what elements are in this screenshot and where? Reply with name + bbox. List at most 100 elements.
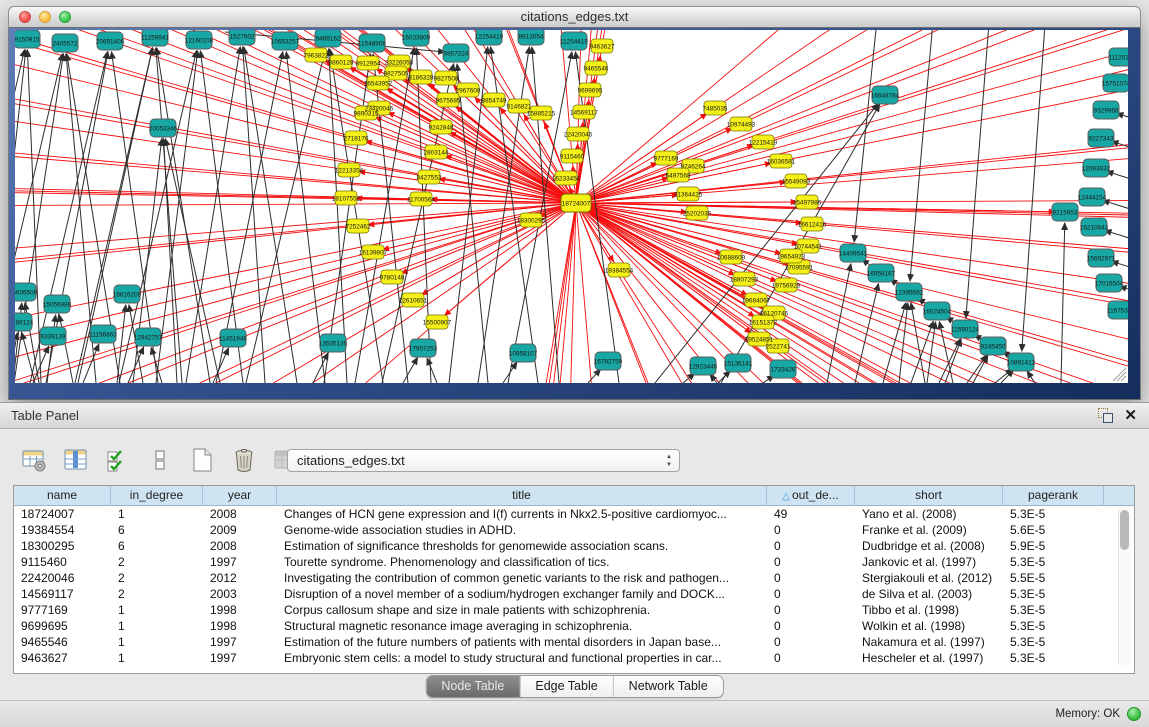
node-label: 11700564: [407, 196, 435, 203]
node-label: 9115460: [560, 153, 585, 160]
cell-year: 2008: [203, 538, 277, 554]
table-panel-title: Table Panel: [0, 403, 1149, 428]
column-header-pagerank[interactable]: pagerank: [1003, 486, 1104, 505]
cell-in_degree: 2: [111, 570, 203, 586]
zoom-button[interactable]: [59, 11, 71, 23]
select-all-columns-icon[interactable]: [104, 446, 131, 473]
node-label: 16036581: [767, 158, 796, 165]
toggle-row-height-icon[interactable]: [146, 446, 173, 473]
tab-network-table[interactable]: Network Table: [613, 676, 723, 697]
scrollbar-thumb[interactable]: [1120, 510, 1129, 550]
tab-node-table[interactable]: Node Table: [426, 676, 519, 697]
cell-short: Wolkin et al. (1998): [855, 618, 1003, 634]
column-header-short[interactable]: short: [855, 486, 1003, 505]
node-label: 12610651: [399, 297, 428, 304]
column-header-out_degree[interactable]: △out_de...: [767, 486, 855, 505]
table-row[interactable]: 946554611997Estimation of the future num…: [14, 634, 1134, 650]
table-row[interactable]: 2242004622012Investigating the contribut…: [14, 570, 1134, 586]
node-label: 14409541: [839, 250, 868, 257]
node-label: 1527602: [230, 33, 255, 40]
delete-columns-icon[interactable]: [230, 446, 257, 473]
float-panel-icon[interactable]: [1098, 408, 1113, 423]
node-label: 2405572: [53, 40, 78, 47]
node-label: 16033809: [402, 34, 431, 41]
column-header-name[interactable]: name: [14, 486, 111, 505]
cell-name: 18300295: [14, 538, 111, 554]
cell-pagerank: 5.3E-5: [1003, 602, 1104, 618]
cell-short: Tibbo et al. (1998): [855, 602, 1003, 618]
table-row[interactable]: 1830029562008Estimation of significance …: [14, 538, 1134, 554]
traffic-lights: [19, 11, 71, 23]
table-row[interactable]: 1938455462009Genome-wide association stu…: [14, 522, 1134, 538]
table-mode-options-icon[interactable]: [20, 446, 47, 473]
cell-title: Investigating the contribution of common…: [277, 570, 767, 586]
table-row[interactable]: 946362711997Embryonic stem cells: a mode…: [14, 650, 1134, 666]
node-label: 18107552: [332, 195, 361, 202]
table-selector-value: citations_edges.txt: [297, 453, 405, 468]
window-titlebar[interactable]: citations_edges.txt: [8, 6, 1141, 28]
table-row[interactable]: 911546021997Tourette syndrome. Phenomeno…: [14, 554, 1134, 570]
node-label: 9242848: [429, 124, 454, 131]
table-panel-header: Table Panel ✕: [0, 403, 1149, 429]
resize-grip[interactable]: [1113, 368, 1126, 381]
cell-title: Genome-wide association studies in ADHD.: [277, 522, 767, 538]
cell-out_degree: 0: [767, 586, 855, 602]
close-panel-icon[interactable]: ✕: [1124, 406, 1137, 424]
node-label: 15136141: [724, 360, 753, 367]
table-row[interactable]: 969969511998Structural magnetic resonanc…: [14, 618, 1134, 634]
table-row[interactable]: 977716911998Corpus callosum shape and si…: [14, 602, 1134, 618]
node-label: 9465546: [584, 65, 609, 72]
column-header-year[interactable]: year: [203, 486, 277, 505]
cell-title: Changes of HCN gene expression and I(f) …: [277, 506, 767, 522]
node-label: 20691406: [96, 38, 125, 45]
column-header-in_degree[interactable]: in_degree: [111, 486, 203, 505]
node-label: 8860128: [329, 59, 354, 66]
node-label: 11590124: [951, 326, 979, 333]
cell-name: 14569117: [14, 586, 111, 602]
tab-edge-table[interactable]: Edge Table: [519, 676, 612, 697]
node-label: 12395592: [895, 289, 924, 296]
cell-pagerank: 5.3E-5: [1003, 618, 1104, 634]
node-label: 9329966: [1094, 107, 1119, 114]
cell-pagerank: 5.9E-5: [1003, 538, 1104, 554]
cell-in_degree: 6: [111, 522, 203, 538]
node-label: 16024504: [923, 308, 952, 315]
cell-out_degree: 0: [767, 602, 855, 618]
cell-in_degree: 1: [111, 506, 203, 522]
node-label: 9699695: [578, 87, 603, 94]
node-label: 17957253: [409, 345, 438, 352]
table-row[interactable]: 1872400712008Changes of HCN gene express…: [14, 506, 1134, 522]
cell-name: 9465546: [14, 634, 111, 650]
table-body: 1872400712008Changes of HCN gene express…: [14, 506, 1134, 666]
node-label: 14569117: [570, 109, 598, 116]
table-selector-dropdown[interactable]: citations_edges.txt ▲▼: [287, 449, 680, 472]
network-canvas[interactable]: 1872400797771699746264649756821364425252…: [15, 30, 1128, 383]
node-label: 9827505: [384, 70, 409, 77]
cell-title: Embryonic stem cells: a model to study s…: [277, 650, 767, 666]
cell-short: Yano et al. (2008): [855, 506, 1003, 522]
column-header-title[interactable]: title: [277, 486, 767, 505]
node-label: 18616209: [113, 291, 142, 298]
citation-network-graph[interactable]: 1872400797771699746264649756821364425252…: [15, 30, 1128, 383]
table-row[interactable]: 1456911722003Disruption of a novel membe…: [14, 586, 1134, 602]
cell-year: 2003: [203, 586, 277, 602]
show-hide-columns-icon[interactable]: [62, 446, 89, 473]
node-label: 9746264: [681, 163, 706, 170]
close-button[interactable]: [19, 11, 31, 23]
node-label: 10653257: [271, 38, 300, 45]
memory-status-label: Memory: OK: [1055, 701, 1120, 727]
node-label: 17016504: [1095, 280, 1124, 287]
vertical-scrollbar[interactable]: [1118, 507, 1131, 667]
node-label: 15885215: [527, 110, 556, 117]
table-type-tabs: Node Table Edge Table Network Table: [425, 675, 723, 698]
node-label: 17095591: [785, 264, 814, 271]
memory-status-indicator[interactable]: [1127, 707, 1141, 721]
node-label: 8813054: [519, 33, 544, 40]
node-label: 15692971: [1087, 255, 1116, 262]
create-new-column-icon[interactable]: [188, 446, 215, 473]
node-label: 15549093: [782, 178, 811, 185]
cell-in_degree: 1: [111, 618, 203, 634]
node-label: 2522741: [766, 343, 791, 350]
minimize-button[interactable]: [39, 11, 51, 23]
node-label: 9463627: [590, 43, 615, 50]
